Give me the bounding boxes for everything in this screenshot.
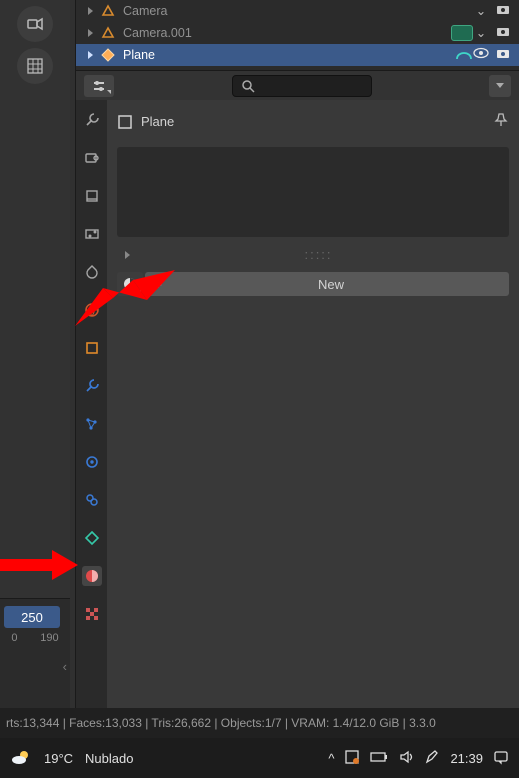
expand-icon[interactable] <box>88 29 93 37</box>
notifications-icon[interactable] <box>493 749 509 768</box>
outliner-panel: Camera ⌄ Camera.001 ⌄ Plane <box>75 0 519 70</box>
timeline-tick: 190 <box>40 632 58 648</box>
tab-tool[interactable] <box>82 110 102 130</box>
taskbar-clock[interactable]: 21:39 <box>450 751 483 766</box>
material-slot-list[interactable] <box>117 147 509 237</box>
plus-icon: + <box>145 277 171 292</box>
mesh-icon <box>99 46 117 64</box>
area-resize-handle[interactable]: ‹ <box>63 659 67 674</box>
sliders-icon <box>92 79 106 93</box>
outliner-row-camera001[interactable]: Camera.001 ⌄ <box>76 22 519 44</box>
scene-stats: rts:13,344 | Faces:13,033 | Tris:26,662 … <box>6 716 436 730</box>
expand-icon[interactable] <box>88 51 93 59</box>
tab-texture[interactable] <box>82 604 102 624</box>
material-browse-dropdown[interactable] <box>117 272 143 296</box>
tab-render[interactable] <box>82 148 102 168</box>
tab-physics[interactable] <box>82 452 102 472</box>
new-material-button[interactable]: + New <box>145 272 509 296</box>
material-ball-icon <box>122 276 138 292</box>
properties-header <box>75 70 519 100</box>
timeline-area: 250 0 190 ‹ <box>0 598 70 708</box>
tab-view-layer[interactable] <box>82 224 102 244</box>
tab-object[interactable] <box>82 338 102 358</box>
expand-icon[interactable] <box>125 251 130 259</box>
material-properties-panel: Plane ::::: + − + New <box>107 100 519 708</box>
weather-temp: 19°C <box>44 751 73 766</box>
render-toggle-icon[interactable] <box>495 47 511 64</box>
weather-desc: Nublado <box>85 751 133 766</box>
properties-options-button[interactable] <box>489 75 511 97</box>
camera-icon <box>99 2 117 20</box>
outliner-row-camera[interactable]: Camera ⌄ <box>76 0 519 22</box>
tray-chevron-icon[interactable]: ^ <box>328 751 334 766</box>
panel-object-name: Plane <box>141 114 174 129</box>
properties-tab-strip <box>75 100 107 708</box>
render-toggle-icon[interactable] <box>495 25 511 42</box>
status-bar: rts:13,344 | Faces:13,033 | Tris:26,662 … <box>0 708 519 738</box>
timeline-tick: 0 <box>11 632 17 648</box>
tab-material[interactable] <box>82 566 102 586</box>
panel-breadcrumb: Plane <box>117 112 509 131</box>
current-frame-badge[interactable]: 250 <box>4 606 60 628</box>
viewport-tool-circle[interactable] <box>17 48 53 84</box>
tab-world[interactable] <box>82 300 102 320</box>
drag-handle-icon[interactable]: ::::: <box>304 247 332 262</box>
outliner-item-label: Camera <box>123 4 473 18</box>
grid-icon <box>26 57 44 75</box>
modifier-badge-icon <box>455 47 473 64</box>
tab-constraint[interactable] <box>82 490 102 510</box>
outliner-item-label: Camera.001 <box>123 26 451 40</box>
system-tray: ^ 21:39 <box>328 749 509 768</box>
tray-pen-icon[interactable] <box>424 749 440 768</box>
slot-list-footer[interactable]: ::::: <box>117 243 509 266</box>
outliner-item-label: Plane <box>123 48 455 62</box>
visibility-toggle-icon[interactable] <box>473 47 489 64</box>
new-material-label: New <box>171 277 509 292</box>
weather-icon[interactable] <box>10 746 32 771</box>
mesh-outline-icon <box>117 114 133 130</box>
viewport-left-strip: 250 0 190 ‹ <box>0 0 70 778</box>
visibility-toggle-icon[interactable]: ⌄ <box>473 25 489 42</box>
properties-search-input[interactable] <box>232 75 372 97</box>
timeline-ruler: 0 190 <box>0 632 70 648</box>
tab-data[interactable] <box>82 528 102 548</box>
collection-badge-icon <box>451 25 473 41</box>
render-toggle-icon[interactable] <box>495 3 511 20</box>
camera-icon <box>99 24 117 42</box>
visibility-toggle-icon[interactable]: ⌄ <box>473 3 489 20</box>
tab-scene[interactable] <box>82 262 102 282</box>
outliner-row-plane[interactable]: Plane <box>76 44 519 66</box>
tray-battery-icon[interactable] <box>370 750 388 767</box>
tab-modifier[interactable] <box>82 376 102 396</box>
search-icon <box>241 79 255 93</box>
tab-particle[interactable] <box>82 414 102 434</box>
movie-camera-icon <box>26 15 44 33</box>
tray-app-icon[interactable] <box>344 749 360 768</box>
os-taskbar: 19°C Nublado ^ 21:39 <box>0 738 519 778</box>
tab-output[interactable] <box>82 186 102 206</box>
expand-icon[interactable] <box>88 7 93 15</box>
pin-toggle-icon[interactable] <box>493 112 509 131</box>
viewport-tool-circle[interactable] <box>17 6 53 42</box>
tray-volume-icon[interactable] <box>398 749 414 768</box>
display-mode-dropdown[interactable] <box>84 75 114 97</box>
chevron-down-icon <box>496 83 504 88</box>
